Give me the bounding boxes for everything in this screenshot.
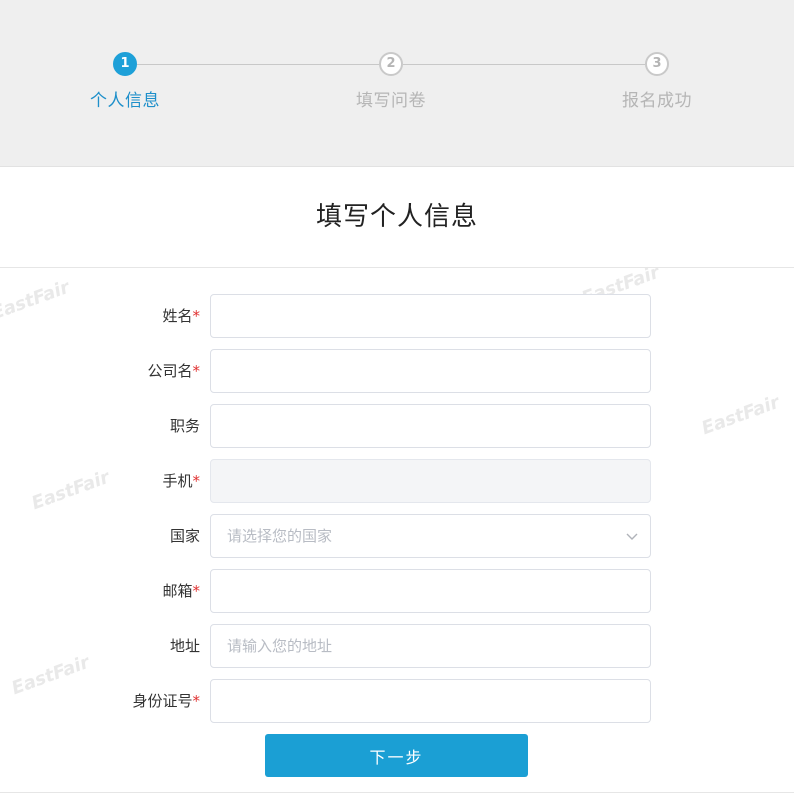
company-input[interactable] <box>210 349 651 393</box>
position-input[interactable] <box>210 404 651 448</box>
email-input[interactable] <box>210 569 651 613</box>
name-input[interactable] <box>210 294 651 338</box>
form-row-phone: 手机* <box>0 459 794 503</box>
form-row-company: 公司名* <box>0 349 794 393</box>
step-label: 填写问卷 <box>356 91 426 111</box>
progress-stepper: 1 个人信息 2 填写问卷 3 报名成功 <box>0 0 794 167</box>
required-mark: * <box>192 362 201 380</box>
required-mark: * <box>192 472 201 490</box>
phone-label: 手机* <box>162 472 201 490</box>
address-input[interactable] <box>210 624 651 668</box>
form-row-name: 姓名* <box>0 294 794 338</box>
step-number: 2 <box>379 52 403 76</box>
required-mark: * <box>192 307 201 325</box>
position-label: 职务 <box>169 417 200 435</box>
form-row-id-number: 身份证号* <box>0 679 794 723</box>
form-row-country: 国家 请选择您的国家 <box>0 514 794 558</box>
page-title: 填写个人信息 <box>315 202 478 232</box>
name-label: 姓名* <box>162 307 201 325</box>
country-label: 国家 <box>169 527 200 545</box>
step-number: 1 <box>113 52 137 76</box>
title-bar: 填写个人信息 <box>0 167 794 268</box>
step-questionnaire: 2 填写问卷 <box>316 52 466 111</box>
required-mark: * <box>192 582 201 600</box>
id-number-input[interactable] <box>210 679 651 723</box>
required-mark: * <box>192 692 201 710</box>
personal-info-form: 姓名* 公司名* 职务 手机* 国家 请选择您的国家 邮箱* 地址 身份证号* … <box>0 268 794 794</box>
form-row-email: 邮箱* <box>0 569 794 613</box>
step-label: 报名成功 <box>622 91 692 111</box>
next-step-button[interactable]: 下一步 <box>265 734 528 777</box>
id-number-label: 身份证号* <box>132 692 201 710</box>
divider <box>0 792 794 793</box>
country-select[interactable]: 请选择您的国家 <box>210 514 651 558</box>
step-personal-info: 1 个人信息 <box>50 52 200 111</box>
step-registration-success: 3 报名成功 <box>582 52 732 111</box>
form-row-address: 地址 <box>0 624 794 668</box>
country-select-placeholder: 请选择您的国家 <box>227 527 333 545</box>
email-label: 邮箱* <box>162 582 201 600</box>
form-row-position: 职务 <box>0 404 794 448</box>
chevron-down-icon <box>626 533 638 540</box>
company-label: 公司名* <box>147 362 201 380</box>
phone-input[interactable] <box>210 459 651 503</box>
step-number: 3 <box>645 52 669 76</box>
address-label: 地址 <box>169 637 200 655</box>
step-label: 个人信息 <box>90 91 160 111</box>
